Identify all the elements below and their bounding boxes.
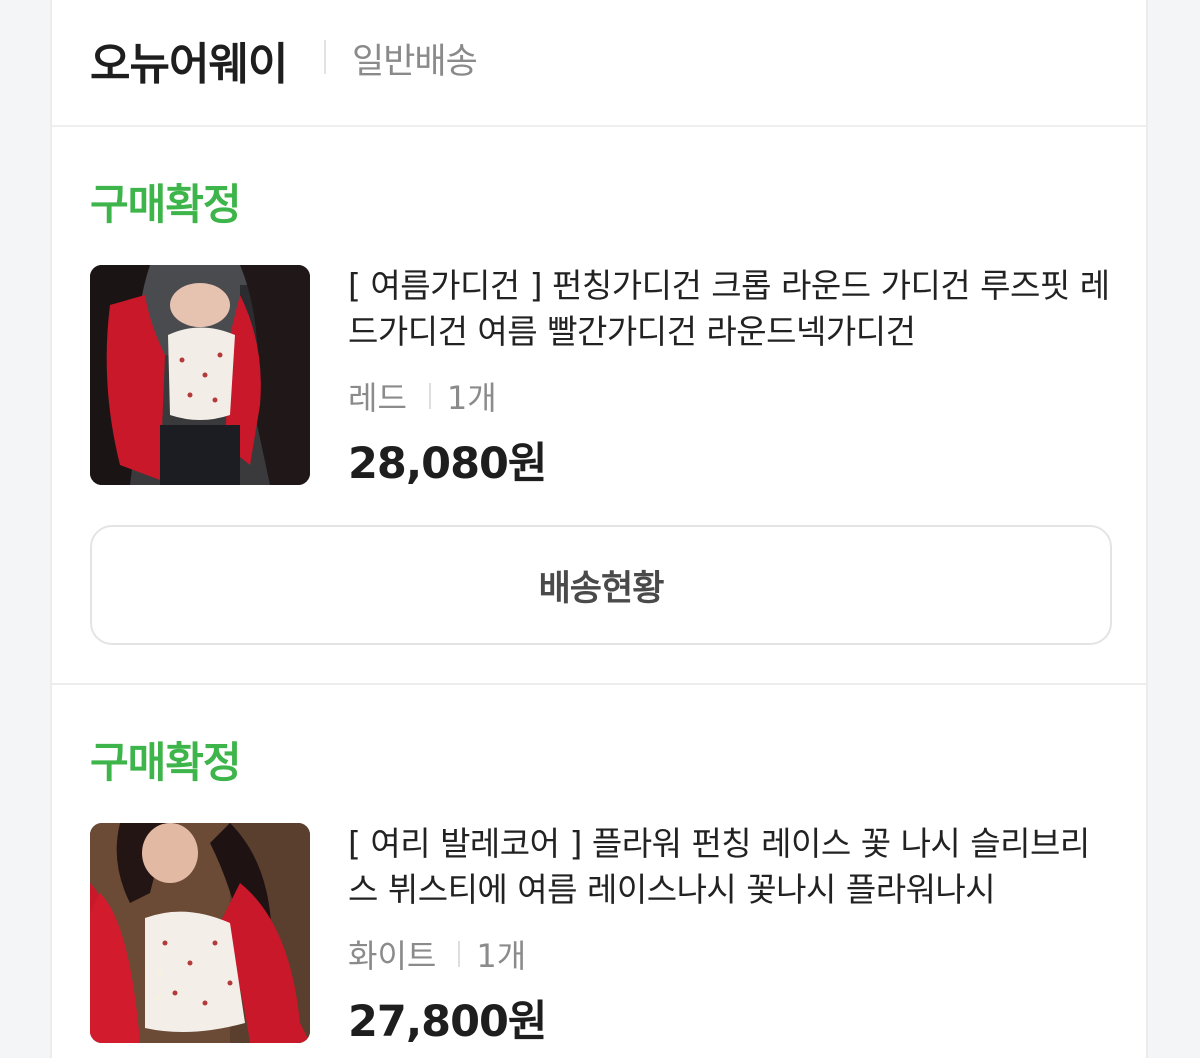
product-option: 레드 1개 [348, 373, 497, 419]
order-card: 오뉴어웨이 일반배송 구매확정 [여름가디건] 펀칭가디건 크롭 라운드 가… [50, 0, 1148, 1058]
option-divider [428, 383, 431, 409]
option-quantity: 1개 [476, 937, 527, 975]
order-status: 구매확정 [90, 738, 242, 787]
header-divider [324, 40, 326, 74]
product-thumbnail[interactable] [90, 265, 310, 485]
store-name[interactable]: 오뉴어웨이 [90, 28, 288, 92]
order-status: 구매확정 [90, 180, 242, 229]
delivery-status-button[interactable]: 배송현황 [90, 525, 1112, 645]
product-thumbnail[interactable] [90, 823, 310, 1043]
option-color: 레드 [348, 379, 407, 417]
option-color: 화이트 [348, 937, 437, 975]
order-item: 구매확정 [ 여름가디건 ] 펀칭가디건 크롭 라운드 가디건 루즈핏 레드가디… [52, 129, 1146, 685]
order-item: 구매확정 [ 여리 발레코어 ] 플라워 펀칭 레이스 꽃 나시 슬리브리스 뷔… [52, 687, 1146, 1058]
product-photo [90, 823, 310, 1043]
product-title[interactable]: [ 여름가디건 ] 펀칭가디건 크롭 라운드 가디건 루즈핏 레드가디건 여름 … [348, 263, 1118, 355]
delivery-type: 일반배송 [352, 42, 478, 82]
product-price: 27,800원 [348, 997, 547, 1047]
product-photo [90, 265, 310, 485]
store-header: 오뉴어웨이 일반배송 [52, 0, 1146, 127]
product-price: 28,080원 [348, 439, 547, 489]
product-option: 화이트 1개 [348, 931, 526, 977]
option-divider [458, 941, 461, 967]
product-title[interactable]: [ 여리 발레코어 ] 플라워 펀칭 레이스 꽃 나시 슬리브리스 뷔스티에 여… [348, 821, 1118, 913]
option-quantity: 1개 [446, 379, 497, 417]
